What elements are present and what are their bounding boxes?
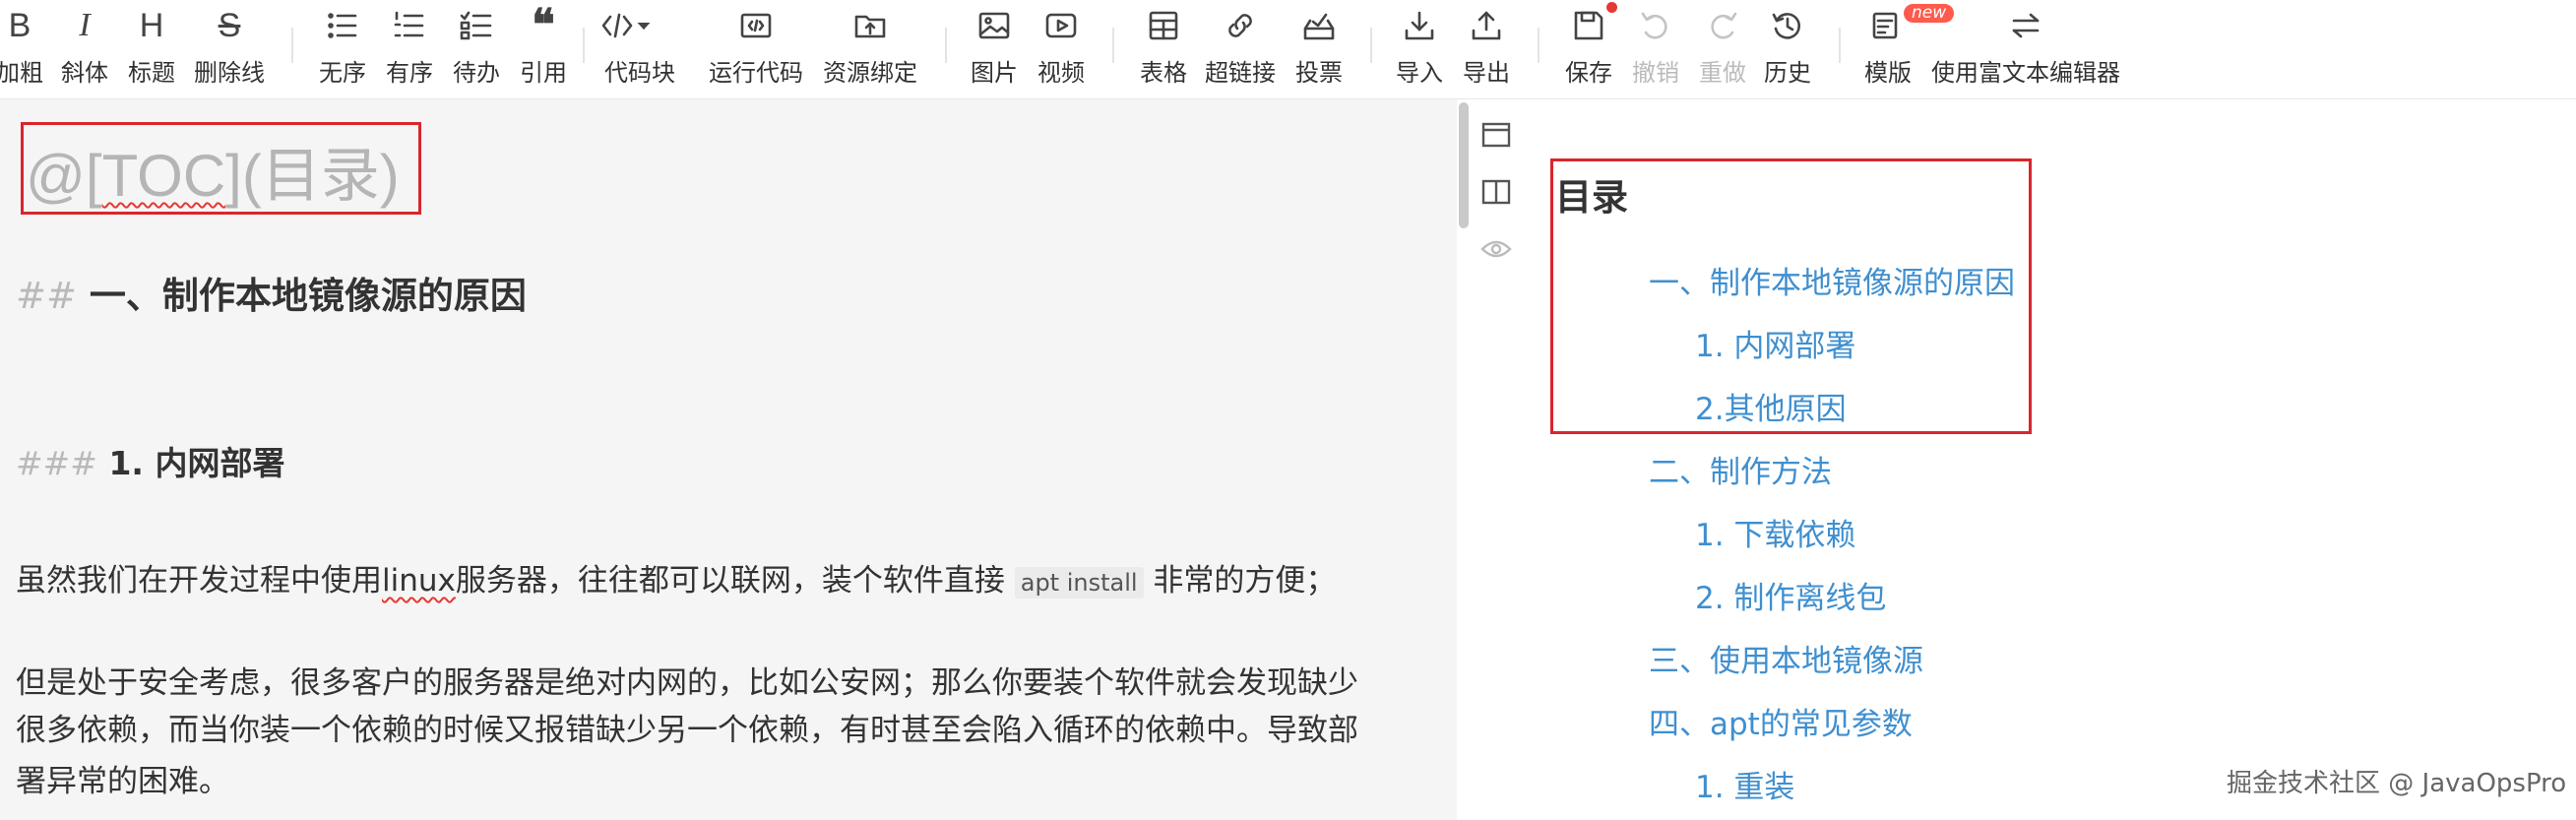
code-block-button[interactable]: 代码块 [600,6,679,88]
redo-button[interactable]: 重做 [1699,6,1746,88]
unordered-list-icon [321,6,364,45]
code-icon [600,6,679,45]
save-icon [1567,2,1617,45]
run-code-button[interactable]: 运行代码 [709,6,803,88]
rich-text-editor-button[interactable]: 使用富文本编辑器 [1931,6,2120,88]
toolbar-divider [1538,28,1539,63]
template-button[interactable]: new 模版 [1864,4,1955,88]
table-button[interactable]: 表格 [1140,6,1187,88]
import-button[interactable]: 导入 [1396,6,1443,88]
vote-icon [1297,6,1341,45]
italic-icon: I [79,7,91,43]
editor-scroll-thumb[interactable] [1459,102,1469,228]
editor-paragraph-2-line-2: 很多依赖，而当你装一个依赖的时候又报错缺少另一个依赖，有时甚至会陷入循环的依赖中… [16,713,1358,748]
upload-icon [1465,6,1508,45]
checklist-icon [455,6,498,45]
unsaved-dot [1606,2,1617,13]
editor-toolbar: B 加粗 I 斜体 H 标题 S 删除线 无序 有序 待办 ❝ 引用 代码块 运… [0,0,2576,99]
toolbar-divider [583,28,585,63]
todo-button[interactable]: 待办 [453,6,500,88]
toolbar-divider [291,28,293,63]
heading-icon: H [139,7,164,44]
strikethrough-button[interactable]: S 删除线 [194,6,265,88]
undo-button[interactable]: 撤销 [1632,6,1679,88]
toc-link[interactable]: 四、apt的常见参数 [1649,699,1913,743]
hyperlink-button[interactable]: 超链接 [1205,6,1276,88]
table-icon [1142,6,1185,45]
ordered-list-button[interactable]: 有序 [386,6,433,88]
chevron-down-icon [637,23,651,31]
resource-bind-button[interactable]: 资源绑定 [823,6,917,88]
bold-button[interactable]: B 加粗 [0,6,43,88]
toc-link[interactable]: 三、使用本地镜像源 [1649,636,1923,680]
toc-link[interactable]: 二、制作方法 [1649,447,1832,491]
download-icon [1398,6,1441,45]
quote-icon: ❝ [532,1,555,49]
history-button[interactable]: 历史 [1764,6,1811,88]
toolbar-divider [1370,28,1372,63]
inline-code: apt install [1014,567,1144,599]
upload-folder-icon [848,6,892,45]
redo-icon [1701,6,1744,45]
run-code-icon [734,6,778,45]
toc-link[interactable]: 1. 下载依赖 [1695,510,1855,554]
watermark: 掘金技术社区 @ JavaOpsPro [2227,769,2567,798]
single-column-view-icon[interactable] [1479,118,1513,152]
toc-link[interactable]: 1. 重装 [1695,762,1794,806]
video-icon [1039,6,1083,45]
ordered-list-icon [388,6,431,45]
bold-icon: B [8,7,31,44]
toc-link[interactable]: 2. 制作离线包 [1695,573,1886,617]
heading-button[interactable]: H 标题 [128,6,175,88]
spellcheck-word: linux [382,563,456,599]
undo-icon [1634,6,1677,45]
video-button[interactable]: 视频 [1037,6,1085,88]
vote-button[interactable]: 投票 [1295,6,1343,88]
preview-eye-icon[interactable] [1479,232,1513,266]
unordered-list-button[interactable]: 无序 [319,6,366,88]
editor-h3-heading: ### 1. 内网部署 [16,444,285,482]
strikethrough-icon: S [218,7,241,44]
history-icon [1766,6,1809,45]
italic-button[interactable]: I 斜体 [61,6,108,88]
image-icon [973,6,1016,45]
editor-paragraph-2-line-1: 但是处于安全考虑，很多客户的服务器是绝对内网的，比如公安网；那么你要装个软件就会… [16,665,1358,701]
editor-paragraph-2-line-3: 署异常的困难。 [16,764,229,799]
annotation-highlight-box [1550,158,2032,434]
switch-arrows-icon [1932,6,2119,45]
editor-h2-heading: ## 一、制作本地镜像源的原因 [16,275,527,317]
toolbar-divider [1839,28,1841,63]
template-icon: new [1866,4,1955,45]
annotation-highlight-box [21,122,421,215]
toolbar-divider [945,28,947,63]
export-button[interactable]: 导出 [1463,6,1510,88]
save-button[interactable]: 保存 [1565,2,1617,88]
split-view-icon[interactable] [1479,175,1513,209]
quote-button[interactable]: ❝ 引用 [520,1,567,88]
link-icon [1219,6,1262,45]
toolbar-divider [1112,28,1114,63]
image-button[interactable]: 图片 [971,6,1018,88]
editor-paragraph-1: 虽然我们在开发过程中使用linux服务器，往往都可以联网，装个软件直接 apt … [16,563,1337,599]
